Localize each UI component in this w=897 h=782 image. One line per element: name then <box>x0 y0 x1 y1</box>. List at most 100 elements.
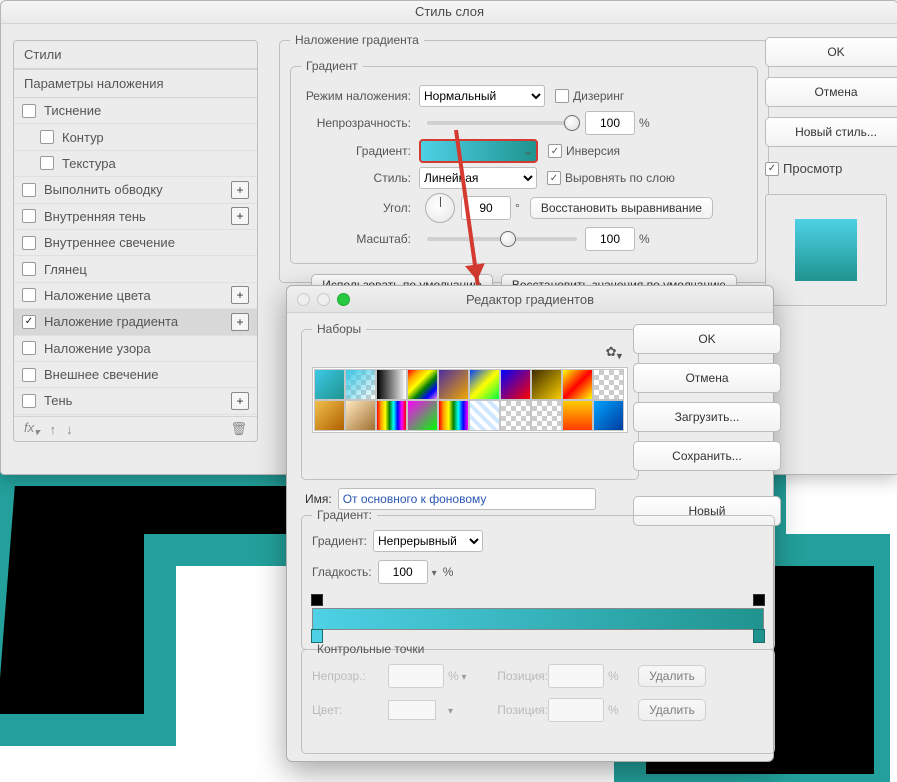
delete-stop2-button[interactable]: Удалить <box>638 699 706 721</box>
cancel-button[interactable]: Отмена <box>765 77 897 107</box>
checkbox-icon[interactable] <box>22 236 36 250</box>
checkbox-icon[interactable] <box>22 209 36 223</box>
checkbox-icon[interactable] <box>40 156 54 170</box>
style-stroke[interactable]: Выполнить обводку+ <box>14 177 257 203</box>
delete-stop-button[interactable]: Удалить <box>638 665 706 687</box>
style-pattern-overlay[interactable]: Наложение узора <box>14 336 257 362</box>
checkbox-icon[interactable] <box>22 104 36 118</box>
style-outer-glow[interactable]: Внешнее свечение <box>14 362 257 388</box>
checkbox-icon[interactable] <box>22 288 36 302</box>
style-drop-shadow[interactable]: Тень+ <box>14 388 257 414</box>
gradient-bar[interactable] <box>312 598 764 638</box>
preview-toggle[interactable]: Просмотр <box>765 161 885 176</box>
smooth-input[interactable] <box>378 560 428 584</box>
opacity-stop[interactable] <box>311 594 323 606</box>
blend-mode-select[interactable]: Нормальный <box>419 85 545 107</box>
style-color-overlay[interactable]: Наложение цвета+ <box>14 283 257 309</box>
preset-thumb[interactable] <box>593 400 624 431</box>
editor-ok-button[interactable]: OK <box>633 324 781 354</box>
new-style-button[interactable]: Новый стиль... <box>765 117 897 147</box>
ok-button[interactable]: OK <box>765 37 897 67</box>
blending-options[interactable]: Параметры наложения <box>14 69 257 98</box>
preset-thumb[interactable] <box>407 369 438 400</box>
gradient-style-select[interactable]: Линейная <box>419 167 537 189</box>
move-down-icon[interactable]: ↓ <box>66 422 73 437</box>
stop-opacity-input[interactable] <box>388 664 444 688</box>
editor-title: Редактор градиентов <box>287 292 773 307</box>
gradient-name-input[interactable] <box>338 488 596 510</box>
trash-icon[interactable]: 🗑 <box>230 421 247 437</box>
preset-thumb[interactable] <box>531 369 562 400</box>
add-effect-icon[interactable]: + <box>231 313 249 331</box>
angle-dial[interactable] <box>425 193 455 223</box>
checkbox-icon[interactable] <box>40 130 54 144</box>
checkbox-icon[interactable] <box>22 183 36 197</box>
style-contour[interactable]: Контур <box>14 124 257 150</box>
reverse-checkbox[interactable] <box>548 144 562 158</box>
add-effect-icon[interactable]: + <box>231 286 249 304</box>
add-effect-icon[interactable]: + <box>231 392 249 410</box>
gear-icon[interactable]: ✿▾ <box>606 344 622 363</box>
checkbox-icon[interactable] <box>22 368 36 382</box>
checkbox-icon[interactable] <box>22 262 36 276</box>
move-up-icon[interactable]: ↑ <box>50 422 57 437</box>
chevron-down-icon[interactable] <box>432 565 437 579</box>
style-inner-glow[interactable]: Внутреннее свечение <box>14 230 257 256</box>
preset-thumb[interactable] <box>345 369 376 400</box>
preset-grid[interactable] <box>312 367 628 433</box>
color-stop[interactable] <box>311 629 323 643</box>
checkbox-icon <box>765 162 779 176</box>
angle-row: Угол: ° Восстановить выравнивание <box>301 193 747 223</box>
preset-thumb[interactable] <box>314 369 345 400</box>
gradient-swatch[interactable]: ⌄ <box>419 139 538 163</box>
color-stop[interactable] <box>753 629 765 643</box>
style-satin[interactable]: Глянец <box>14 256 257 282</box>
editor-load-button[interactable]: Загрузить... <box>633 402 781 432</box>
add-effect-icon[interactable]: + <box>231 181 249 199</box>
preset-thumb[interactable] <box>407 400 438 431</box>
style-inner-shadow[interactable]: Внутренняя тень+ <box>14 204 257 230</box>
style-bevel[interactable]: Тиснение <box>14 98 257 124</box>
align-checkbox[interactable] <box>547 171 561 185</box>
stop-pos-input[interactable] <box>548 664 604 688</box>
preset-thumb[interactable] <box>593 369 624 400</box>
fx-icon[interactable]: fx▾ <box>24 420 40 439</box>
preset-thumb[interactable] <box>562 400 593 431</box>
editor-cancel-button[interactable]: Отмена <box>633 363 781 393</box>
reset-align-button[interactable]: Восстановить выравнивание <box>530 197 713 219</box>
window-title: Стиль слоя <box>1 1 897 24</box>
stop-color-swatch[interactable] <box>388 700 436 720</box>
preset-thumb[interactable] <box>376 369 407 400</box>
preset-thumb[interactable] <box>345 400 376 431</box>
preset-thumb[interactable] <box>562 369 593 400</box>
checkbox-icon[interactable] <box>22 394 36 408</box>
styles-footer: fx▾ ↑ ↓ 🗑 <box>14 416 257 441</box>
gradient-type-select[interactable]: Непрерывный <box>373 530 483 552</box>
opacity-slider[interactable] <box>427 121 577 125</box>
style-gradient-overlay[interactable]: Наложение градиента+ <box>14 309 257 335</box>
preset-thumb[interactable] <box>438 400 469 431</box>
style-texture[interactable]: Текстура <box>14 151 257 177</box>
editor-save-button[interactable]: Сохранить... <box>633 441 781 471</box>
stop-pos2-input[interactable] <box>548 698 604 722</box>
scale-slider[interactable] <box>427 237 577 241</box>
preset-thumb[interactable] <box>469 400 500 431</box>
checkbox-icon[interactable] <box>22 341 36 355</box>
preset-thumb[interactable] <box>438 369 469 400</box>
preset-thumb[interactable] <box>500 369 531 400</box>
gradient-name-row: Имя: <box>305 488 596 510</box>
preset-thumb[interactable] <box>469 369 500 400</box>
scale-input[interactable] <box>585 227 635 251</box>
opacity-stop[interactable] <box>753 594 765 606</box>
checkbox-icon[interactable] <box>22 315 36 329</box>
preset-thumb[interactable] <box>500 400 531 431</box>
dither-checkbox[interactable] <box>555 89 569 103</box>
preset-thumb[interactable] <box>314 400 345 431</box>
overlay-legend: Наложение градиента <box>290 33 424 47</box>
add-effect-icon[interactable]: + <box>231 207 249 225</box>
chevron-down-icon[interactable]: ⌄ <box>520 144 536 158</box>
preset-thumb[interactable] <box>376 400 407 431</box>
opacity-input[interactable] <box>585 111 635 135</box>
presets-panel: Наборы ✿▾ <box>301 322 639 480</box>
preset-thumb[interactable] <box>531 400 562 431</box>
